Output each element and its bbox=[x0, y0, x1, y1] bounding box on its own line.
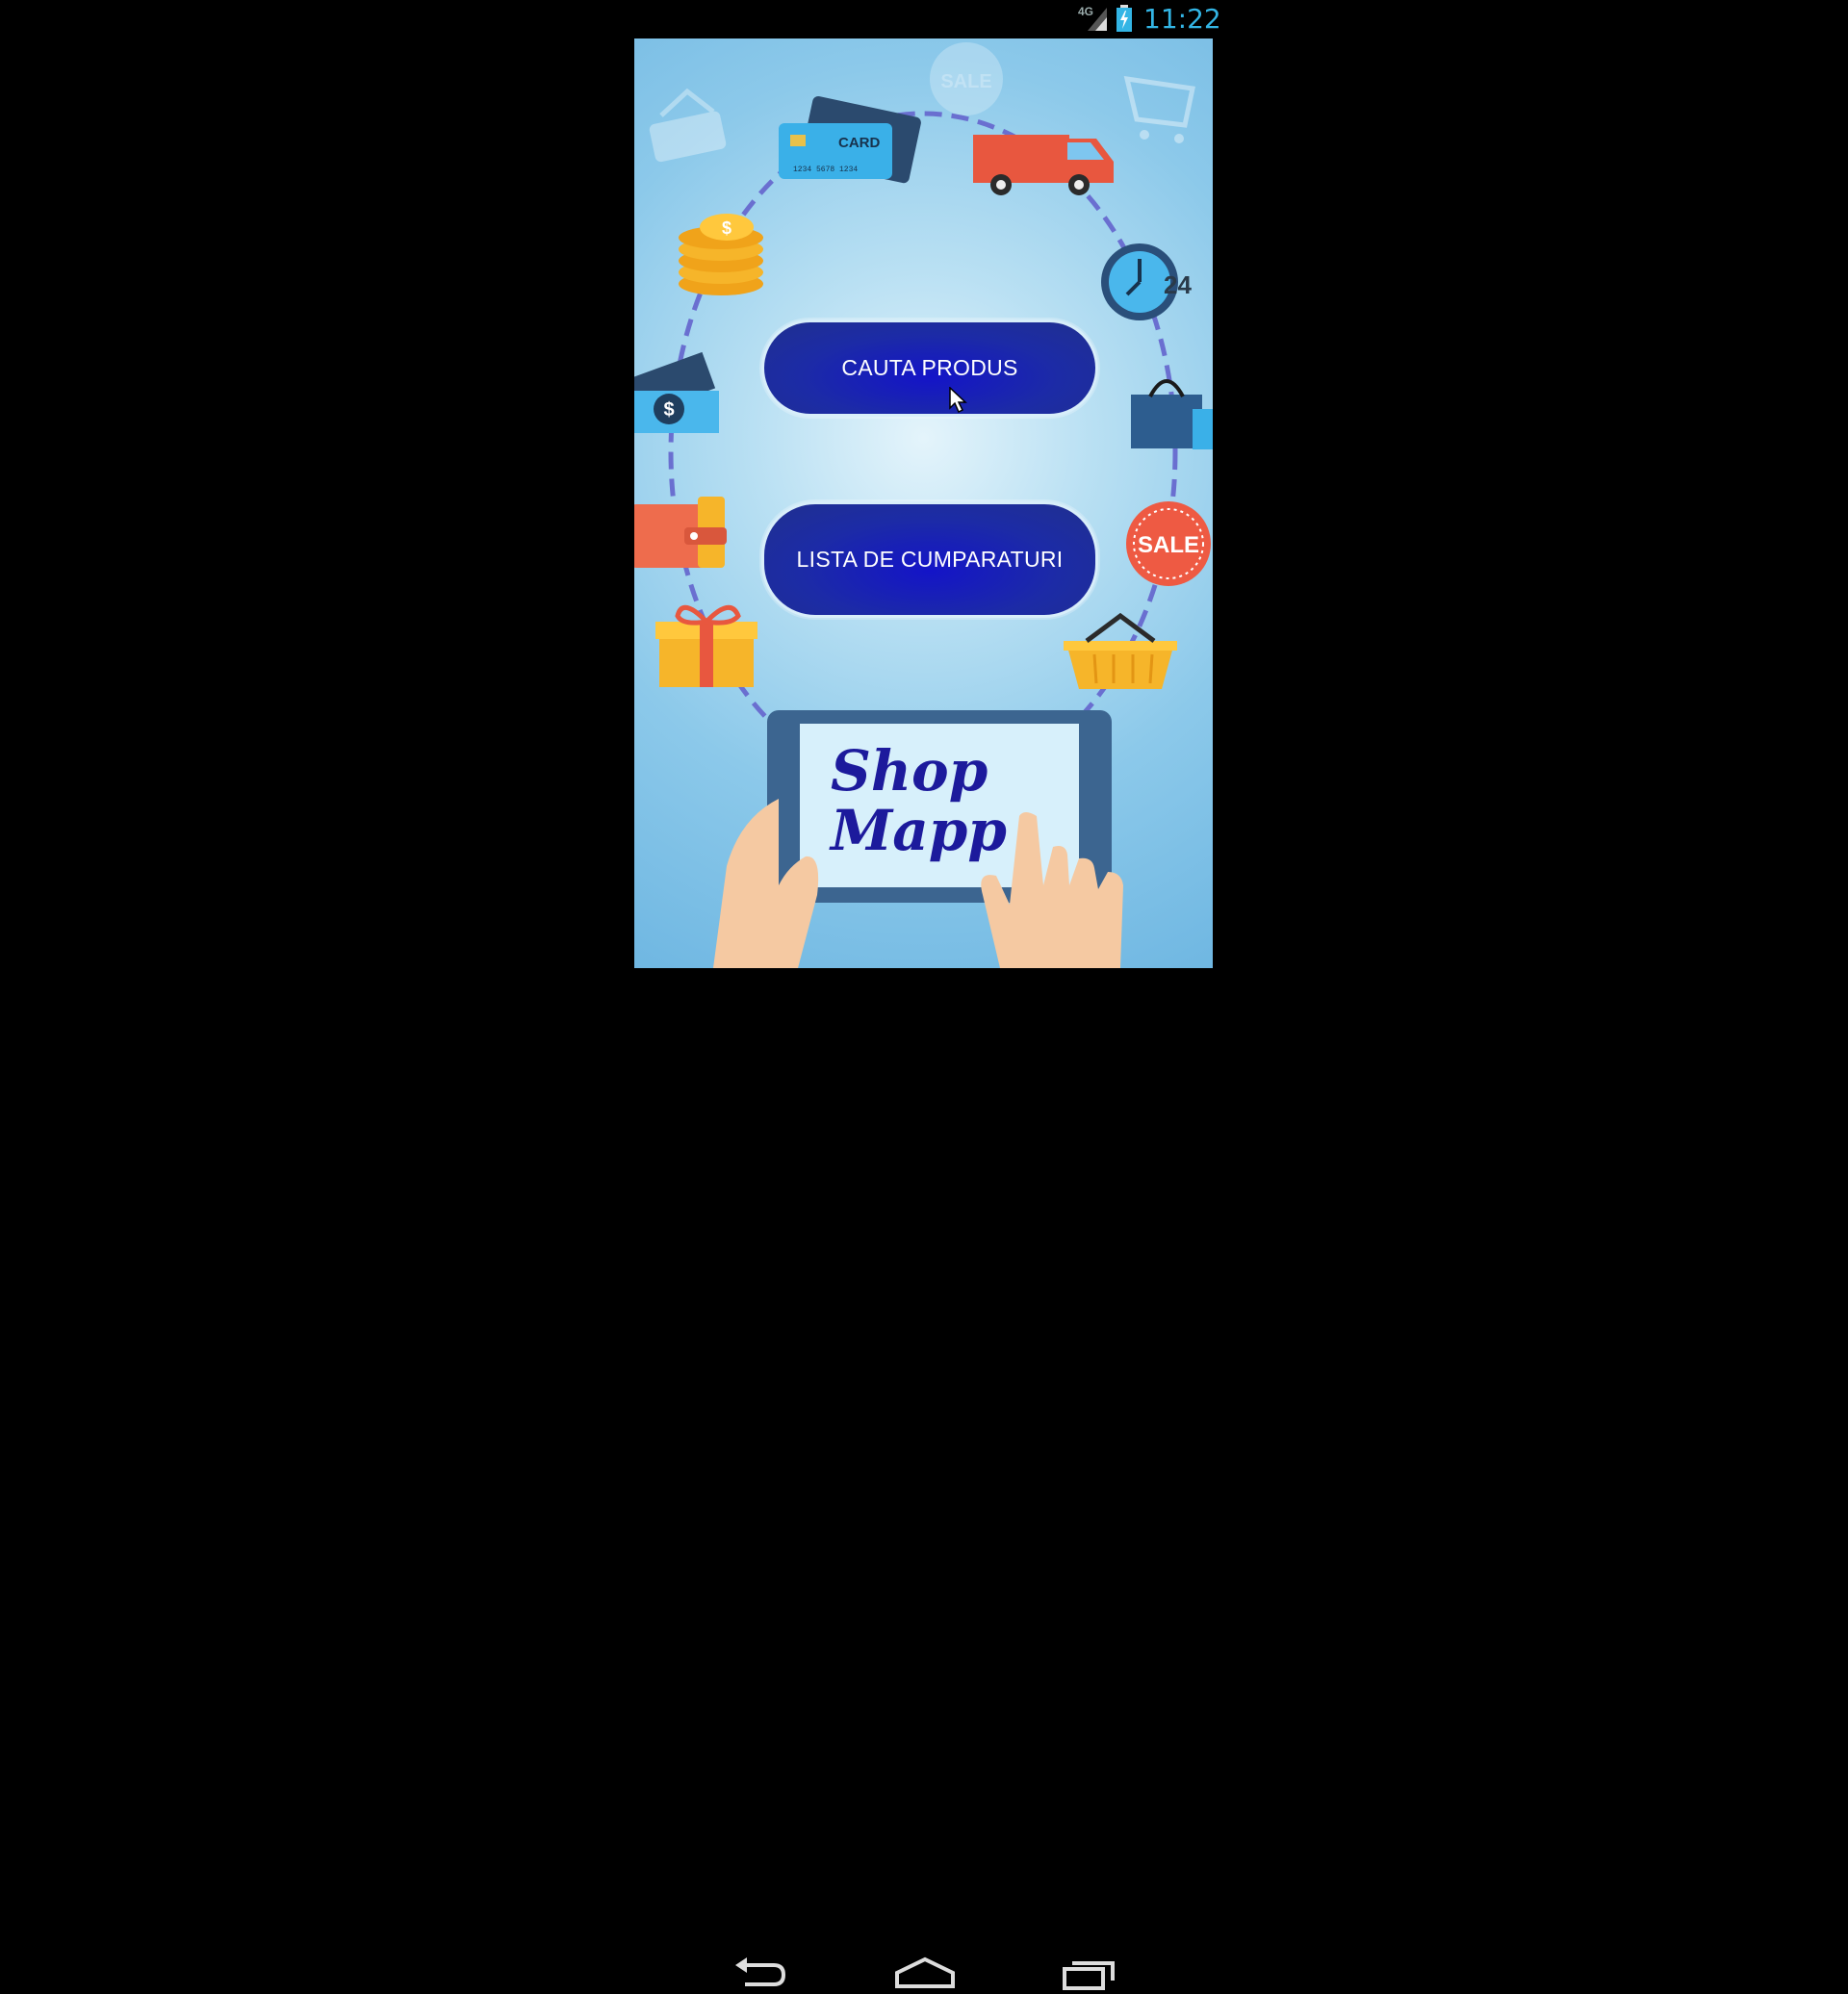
basket-outline-icon bbox=[649, 88, 727, 163]
sale-tag-icon: SALE bbox=[1126, 501, 1211, 586]
status-bar: 4G 11:22 bbox=[0, 0, 1848, 38]
dotted-ring bbox=[668, 111, 1178, 794]
delivery-truck-icon bbox=[973, 135, 1114, 195]
svg-text:24: 24 bbox=[1164, 270, 1192, 299]
svg-text:SALE: SALE bbox=[940, 71, 991, 92]
cart-outline-icon bbox=[1123, 75, 1195, 143]
signal-icon bbox=[1088, 8, 1107, 31]
shopping-list-button[interactable]: LISTA DE CUMPARATURI bbox=[761, 501, 1098, 618]
gift-box-icon bbox=[655, 604, 757, 687]
coin-stack-icon: $ bbox=[679, 214, 763, 295]
wallet-icon bbox=[634, 497, 727, 568]
shopping-bag-icon bbox=[1131, 379, 1213, 449]
recent-apps-icon[interactable] bbox=[1061, 1952, 1118, 1994]
shopping-basket-icon bbox=[1064, 612, 1177, 689]
navigation-bar bbox=[0, 968, 1848, 1990]
app-screen: SALE CARD 1234 5678 1234 $ 24 $ SALE CAU… bbox=[634, 38, 1213, 968]
logo-text-shop: Shop bbox=[831, 738, 988, 804]
sale-faint-icon: SALE bbox=[930, 42, 1003, 115]
status-clock: 11:22 bbox=[1143, 3, 1221, 35]
search-product-button[interactable]: CAUTA PRODUS bbox=[761, 320, 1098, 417]
credit-card-icon: CARD 1234 5678 1234 bbox=[779, 96, 921, 184]
svg-text:$: $ bbox=[663, 399, 674, 421]
mouse-pointer-icon bbox=[949, 387, 967, 414]
svg-text:$: $ bbox=[722, 218, 732, 238]
svg-text:CARD: CARD bbox=[838, 135, 880, 151]
back-icon[interactable] bbox=[732, 1952, 789, 1994]
cash-bills-icon: $ bbox=[634, 351, 719, 433]
logo-text-mapp: Mapp bbox=[831, 798, 1007, 863]
svg-text:SALE: SALE bbox=[1138, 532, 1199, 558]
svg-text:1234 5678 1234: 1234 5678 1234 bbox=[793, 166, 858, 174]
battery-icon bbox=[1116, 5, 1132, 32]
clock-24-icon: 24 bbox=[1101, 243, 1192, 320]
home-icon[interactable] bbox=[893, 1952, 957, 1994]
